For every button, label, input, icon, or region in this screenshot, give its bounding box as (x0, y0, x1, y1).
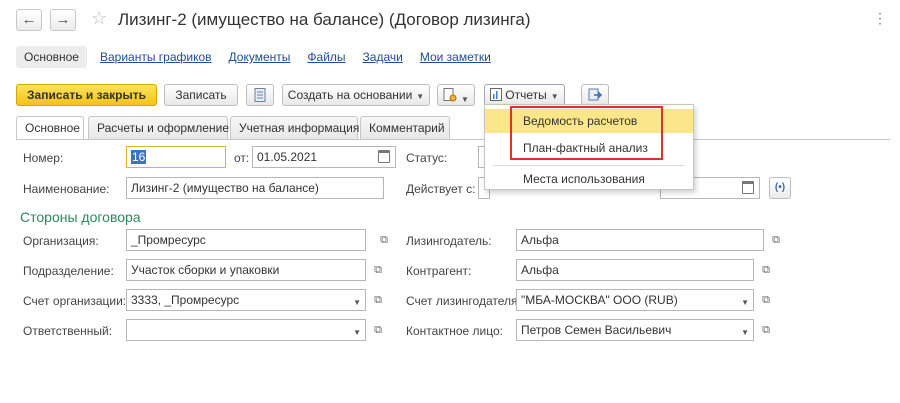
lessor-account-value: "МБА-МОСКВА" ООО (RUB) (521, 293, 678, 307)
highlight-callout-box (510, 106, 663, 160)
open-icon[interactable]: ⧉ (758, 291, 774, 309)
attachments-button[interactable]: ▼ (437, 84, 475, 106)
print-list-button[interactable] (246, 84, 274, 106)
create-based-on-label: Создать на основании (287, 88, 413, 102)
date-label: от: (234, 151, 250, 165)
nav-files[interactable]: Файлы (307, 50, 345, 64)
tab-accounting-info[interactable]: Учетная информация (230, 116, 359, 139)
nav-schedule-variants[interactable]: Варианты графиков (100, 50, 212, 64)
period-icon: (•) (774, 182, 786, 193)
arrow-left-icon: ← (21, 11, 37, 28)
valid-from-label: Действует с: (406, 182, 476, 196)
name-label: Наименование: (23, 182, 110, 196)
export-button[interactable] (581, 84, 609, 106)
name-field[interactable]: Лизинг-2 (имущество на балансе) (126, 177, 384, 199)
export-icon (588, 88, 603, 101)
lessor-account-field[interactable]: "МБА-МОСКВА" ООО (RUB) ▼ (516, 289, 754, 311)
contact-label: Контактное лицо: (406, 324, 503, 338)
tab-comment[interactable]: Комментарий (360, 116, 450, 139)
lessor-account-label: Счет лизингодателя: (406, 294, 521, 308)
org-account-field[interactable]: 3333, _Промресурс ▼ (126, 289, 366, 311)
open-icon[interactable]: ⧉ (370, 291, 386, 309)
open-icon[interactable]: ⧉ (758, 321, 774, 339)
menu-separator (493, 165, 685, 166)
document-gear-icon (443, 88, 457, 102)
reports-label: Отчеты (505, 88, 547, 102)
window-title: Лизинг-2 (имущество на балансе) (Договор… (118, 10, 531, 29)
org-account-value: 3333, _Промресурс (131, 293, 240, 307)
chevron-down-icon[interactable]: ▼ (741, 293, 749, 310)
open-icon[interactable]: ⧉ (376, 231, 392, 249)
chevron-down-icon: ▼ (461, 95, 469, 104)
chevron-down-icon: ▼ (550, 92, 559, 101)
chevron-down-icon[interactable]: ▼ (353, 323, 361, 340)
division-field[interactable]: Участок сборки и упаковки (126, 259, 366, 281)
back-button[interactable]: ← (16, 9, 42, 31)
contact-value: Петров Семен Васильевич (521, 323, 672, 337)
organization-field[interactable]: _Промресурс (126, 229, 366, 251)
report-icon (490, 88, 503, 101)
counterparty-label: Контрагент: (406, 264, 472, 278)
number-field[interactable]: 16 (126, 146, 226, 168)
number-value: 16 (131, 150, 147, 164)
lessor-label: Лизингодатель: (406, 234, 492, 248)
open-icon[interactable]: ⧉ (758, 261, 774, 279)
org-account-label: Счет организации: (23, 294, 127, 308)
open-icon[interactable]: ⧉ (768, 231, 784, 249)
date-field[interactable]: 01.05.2021 (252, 146, 396, 168)
responsible-field[interactable]: ▼ (126, 319, 366, 341)
organization-label: Организация: (23, 234, 99, 248)
nav-my-notes[interactable]: Мои заметки (420, 50, 491, 64)
menu-item-usage-places[interactable]: Места использования (485, 167, 693, 191)
create-based-on-button[interactable]: Создать на основании ▼ (282, 84, 430, 106)
save-button[interactable]: Записать (164, 84, 238, 106)
tab-main[interactable]: Основное (16, 116, 84, 140)
forward-button[interactable]: → (50, 9, 76, 31)
division-label: Подразделение: (23, 264, 114, 278)
contact-field[interactable]: Петров Семен Васильевич ▼ (516, 319, 754, 341)
open-icon[interactable]: ⧉ (370, 261, 386, 279)
tab-divider (16, 139, 890, 140)
responsible-label: Ответственный: (23, 324, 113, 338)
period-button[interactable]: (•) (769, 177, 791, 199)
form-navigation-panel: Основное Варианты графиков Документы Фай… (16, 46, 508, 68)
calendar-icon[interactable] (742, 181, 754, 194)
list-icon (254, 88, 266, 102)
number-label: Номер: (23, 151, 64, 165)
open-icon[interactable]: ⧉ (370, 321, 386, 339)
arrow-right-icon: → (55, 11, 71, 28)
nav-documents[interactable]: Документы (229, 50, 291, 64)
nav-tasks[interactable]: Задачи (363, 50, 403, 64)
status-label: Статус: (406, 151, 448, 165)
save-and-close-button[interactable]: Записать и закрыть (16, 84, 157, 106)
favorite-star-icon[interactable]: ☆ (91, 8, 107, 29)
more-icon[interactable]: ⋮ (873, 10, 888, 27)
reports-button[interactable]: Отчеты ▼ (484, 84, 565, 106)
counterparty-field[interactable]: Альфа (516, 259, 754, 281)
date-value: 01.05.2021 (257, 150, 318, 164)
calendar-icon[interactable] (378, 150, 390, 163)
lessor-field[interactable]: Альфа (516, 229, 764, 251)
chevron-down-icon[interactable]: ▼ (741, 323, 749, 340)
chevron-down-icon: ▼ (416, 92, 425, 101)
chevron-down-icon[interactable]: ▼ (353, 293, 361, 310)
tab-calculations[interactable]: Расчеты и оформление (88, 116, 229, 139)
nav-main[interactable]: Основное (16, 46, 87, 68)
section-contract-parties: Стороны договора (20, 209, 141, 225)
